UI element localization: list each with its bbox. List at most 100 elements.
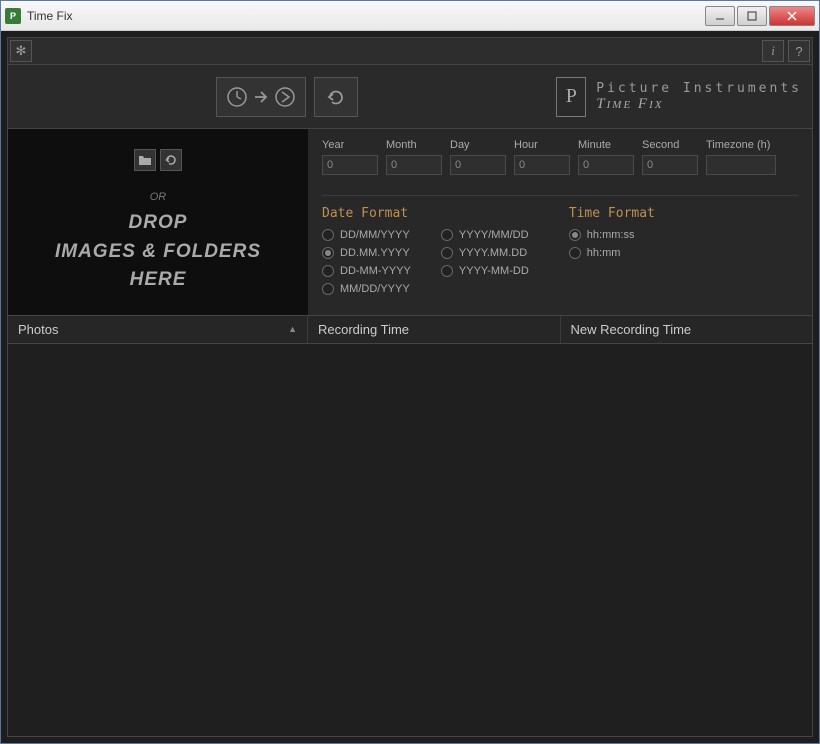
client-area: ✻ i ? P Picture Instruments (1, 31, 819, 743)
brand-line2: Time Fix (596, 96, 802, 113)
maximize-button[interactable] (737, 6, 767, 26)
apply-time-shift-button[interactable] (216, 77, 306, 117)
radio-yyyymmdd-dash[interactable]: YYYY-MM-DD (441, 265, 529, 277)
radio-label: hh:mm (587, 247, 621, 259)
settings-button[interactable]: ✻ (10, 40, 32, 62)
radio-dot-icon (569, 229, 581, 241)
time-format-radios: hh:mm:ss hh:mm (569, 229, 655, 259)
drop-line3: HERE (130, 266, 187, 295)
sort-asc-icon: ▲ (288, 324, 297, 334)
undo-button[interactable] (314, 77, 358, 117)
open-folder-button[interactable] (134, 149, 156, 171)
drop-or: OR (150, 191, 167, 203)
header: P Picture Instruments Time Fix (7, 65, 813, 129)
radio-ddmmyyyy-dash[interactable]: DD-MM-YYYY (322, 265, 411, 277)
date-format-col2: YYYY/MM/DD YYYY.MM.DD YYYY-MM-DD (441, 229, 529, 295)
radio-label: MM/DD/YYYY (340, 283, 410, 295)
label-second: Second (642, 139, 698, 151)
radio-dot-icon (441, 229, 453, 241)
field-hour: Hour (514, 139, 570, 175)
titlebar: P Time Fix (1, 1, 819, 31)
close-button[interactable] (769, 6, 815, 26)
drop-line1: DROP (129, 209, 188, 238)
forward-icon (274, 86, 296, 108)
radio-dot-icon (441, 247, 453, 259)
col-new-recording-time[interactable]: New Recording Time (561, 316, 813, 343)
radio-label: DD-MM-YYYY (340, 265, 411, 277)
label-minute: Minute (578, 139, 634, 151)
window-controls (705, 6, 815, 26)
drop-icons (134, 149, 182, 171)
brand-logo: P Picture Instruments Time Fix (556, 77, 802, 117)
date-format-title: Date Format (322, 206, 529, 221)
brand-line1: Picture Instruments (596, 81, 802, 96)
field-timezone: Timezone (h) (706, 139, 776, 175)
col-photos-label: Photos (18, 322, 58, 337)
radio-dot-icon (322, 265, 334, 277)
arrow-right-icon (254, 90, 268, 104)
input-day[interactable] (450, 155, 506, 175)
clock-icon (226, 86, 248, 108)
col-recording-time[interactable]: Recording Time (308, 316, 561, 343)
logo-mark: P (556, 77, 586, 117)
info-icon: i (771, 43, 775, 59)
radio-yyyymmdd-slash[interactable]: YYYY/MM/DD (441, 229, 529, 241)
label-month: Month (386, 139, 442, 151)
help-button[interactable]: ? (788, 40, 810, 62)
field-year: Year (322, 139, 378, 175)
radio-label: DD/MM/YYYY (340, 229, 410, 241)
radio-label: YYYY-MM-DD (459, 265, 529, 277)
radio-label: hh:mm:ss (587, 229, 635, 241)
input-timezone[interactable] (706, 155, 776, 175)
radio-ddmmyyyy-slash[interactable]: DD/MM/YYYY (322, 229, 411, 241)
radio-label: DD.MM.YYYY (340, 247, 410, 259)
app-window: P Time Fix ✻ i ? (0, 0, 820, 744)
radio-label: YYYY.MM.DD (459, 247, 527, 259)
input-hour[interactable] (514, 155, 570, 175)
input-year[interactable] (322, 155, 378, 175)
mid-section: OR DROP IMAGES & FOLDERS HERE Year Month (7, 129, 813, 316)
date-format-radios: DD/MM/YYYY DD.MM.YYYY DD-MM-YYYY MM/DD/Y… (322, 229, 529, 295)
input-second[interactable] (642, 155, 698, 175)
reload-icon (164, 153, 178, 167)
label-hour: Hour (514, 139, 570, 151)
app-icon: P (5, 8, 21, 24)
radio-hhmm[interactable]: hh:mm (569, 247, 635, 259)
label-year: Year (322, 139, 378, 151)
input-minute[interactable] (578, 155, 634, 175)
question-icon: ? (795, 44, 802, 59)
offset-fields: Year Month Day Hour (322, 139, 798, 175)
drop-line2: IMAGES & FOLDERS (55, 238, 261, 267)
field-month: Month (386, 139, 442, 175)
label-timezone: Timezone (h) (706, 139, 776, 151)
radio-label: YYYY/MM/DD (459, 229, 529, 241)
col-new-recording-time-label: New Recording Time (571, 322, 692, 337)
date-format-col1: DD/MM/YYYY DD.MM.YYYY DD-MM-YYYY MM/DD/Y… (322, 229, 411, 295)
time-format-title: Time Format (569, 206, 655, 221)
field-day: Day (450, 139, 506, 175)
col-photos[interactable]: Photos ▲ (8, 316, 308, 343)
date-format-group: Date Format DD/MM/YYYY DD.MM.YYYY DD-MM-… (322, 206, 529, 295)
time-format-group: Time Format hh:mm:ss hh:mm (569, 206, 655, 295)
radio-yyyymmdd-dot[interactable]: YYYY.MM.DD (441, 247, 529, 259)
folder-icon (138, 154, 152, 166)
input-month[interactable] (386, 155, 442, 175)
radio-hhmmss[interactable]: hh:mm:ss (569, 229, 635, 241)
undo-icon (325, 86, 347, 108)
info-button[interactable]: i (762, 40, 784, 62)
header-actions (18, 77, 556, 117)
format-section: Date Format DD/MM/YYYY DD.MM.YYYY DD-MM-… (322, 195, 798, 295)
field-minute: Minute (578, 139, 634, 175)
controls-panel: Year Month Day Hour (308, 129, 812, 315)
label-day: Day (450, 139, 506, 151)
drop-zone[interactable]: OR DROP IMAGES & FOLDERS HERE (8, 129, 308, 315)
reload-button[interactable] (160, 149, 182, 171)
table-body[interactable] (7, 344, 813, 738)
radio-ddmmyyyy-dot[interactable]: DD.MM.YYYY (322, 247, 411, 259)
radio-mmddyyyy[interactable]: MM/DD/YYYY (322, 283, 411, 295)
radio-dot-icon (569, 247, 581, 259)
time-format-col: hh:mm:ss hh:mm (569, 229, 635, 259)
minimize-button[interactable] (705, 6, 735, 26)
radio-dot-icon (322, 283, 334, 295)
radio-dot-icon (322, 247, 334, 259)
